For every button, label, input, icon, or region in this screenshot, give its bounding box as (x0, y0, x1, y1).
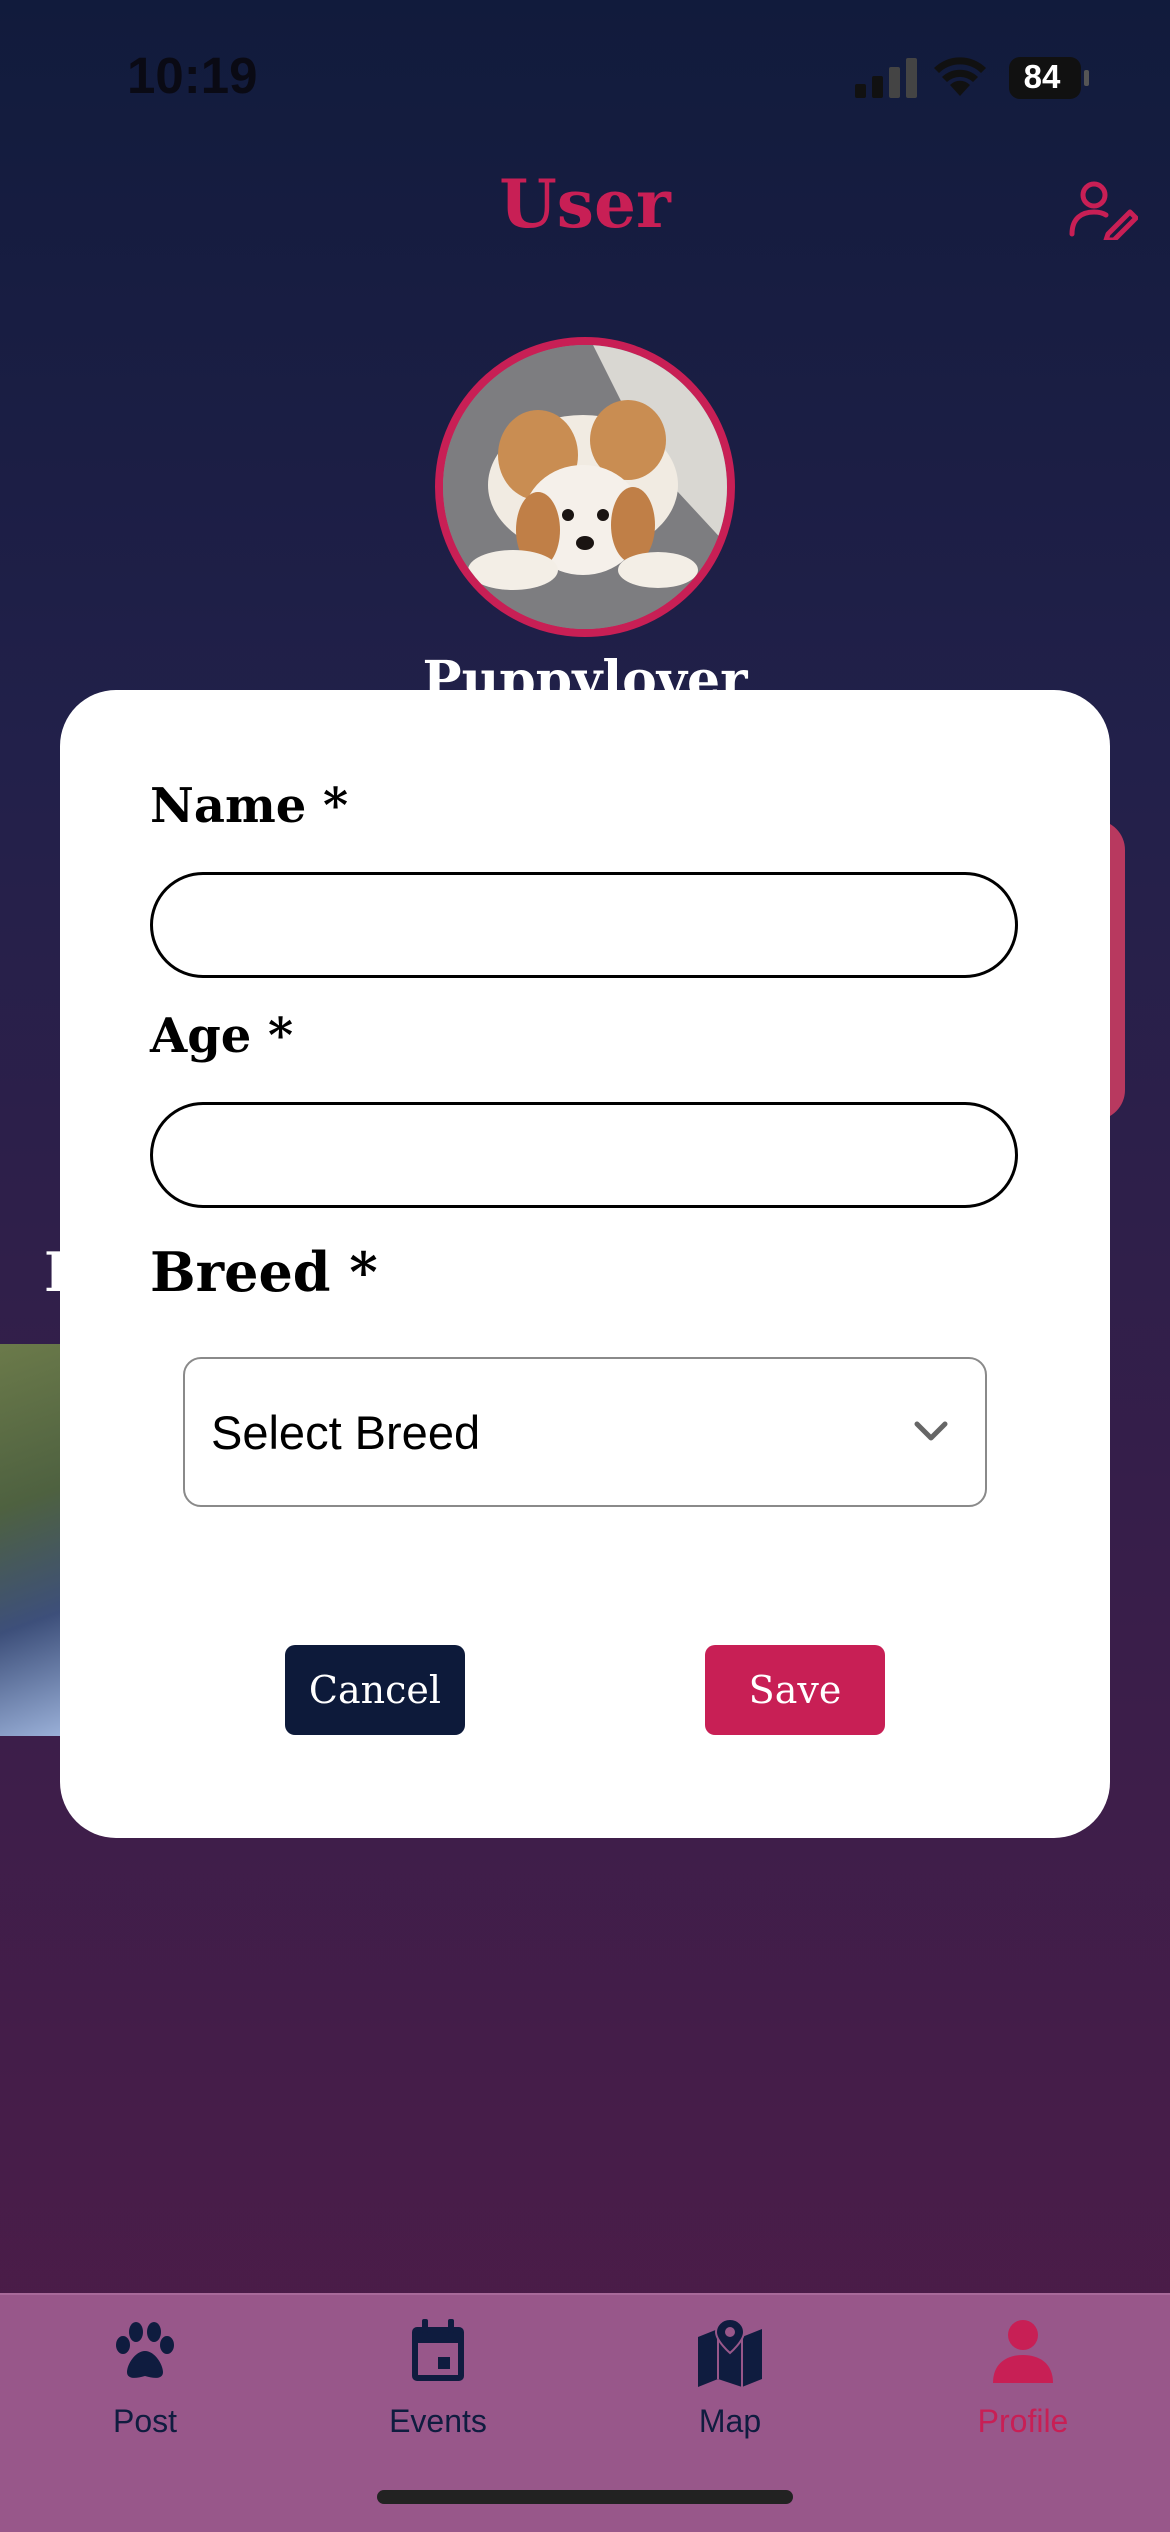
cellular-signal-icon (855, 58, 917, 98)
page-title: User (499, 165, 671, 243)
age-input[interactable] (150, 1102, 1018, 1208)
wifi-icon (934, 57, 986, 96)
background-photo (0, 1344, 62, 1736)
status-time: 10:19 (127, 47, 258, 104)
nav-item-post[interactable]: Post (45, 2295, 245, 2475)
age-label: Age * (150, 1008, 294, 1064)
map-icon (698, 2317, 762, 2387)
paw-icon (116, 2322, 174, 2378)
dog-photo (443, 345, 727, 629)
battery-level: 84 (1023, 58, 1061, 95)
nav-label-post: Post (112, 2403, 178, 2439)
nav-item-events[interactable]: Events (338, 2295, 538, 2475)
breed-select-placeholder: Select Breed (211, 1406, 481, 1459)
home-indicator (377, 2490, 793, 2504)
cancel-button[interactable]: Cancel (285, 1645, 465, 1735)
name-input[interactable] (150, 872, 1018, 978)
status-bar: 10:19 84 (0, 0, 1170, 150)
edit-profile-icon[interactable] (1068, 180, 1138, 240)
nav-item-map[interactable]: Map (630, 2295, 830, 2475)
breed-select[interactable]: Select Breed (183, 1357, 987, 1507)
avatar (435, 337, 735, 637)
nav-label-map: Map (698, 2403, 762, 2439)
breed-label: Breed * (150, 1240, 378, 1304)
nav-label-events: Events (389, 2403, 487, 2439)
person-icon (993, 2320, 1053, 2383)
nav-label-profile: Profile (977, 2403, 1069, 2439)
nav-item-profile[interactable]: Profile (923, 2295, 1123, 2475)
name-label: Name * (150, 778, 349, 834)
save-button[interactable]: Save (705, 1645, 885, 1735)
calendar-icon (412, 2319, 464, 2381)
chevron-down-icon (914, 1421, 948, 1441)
